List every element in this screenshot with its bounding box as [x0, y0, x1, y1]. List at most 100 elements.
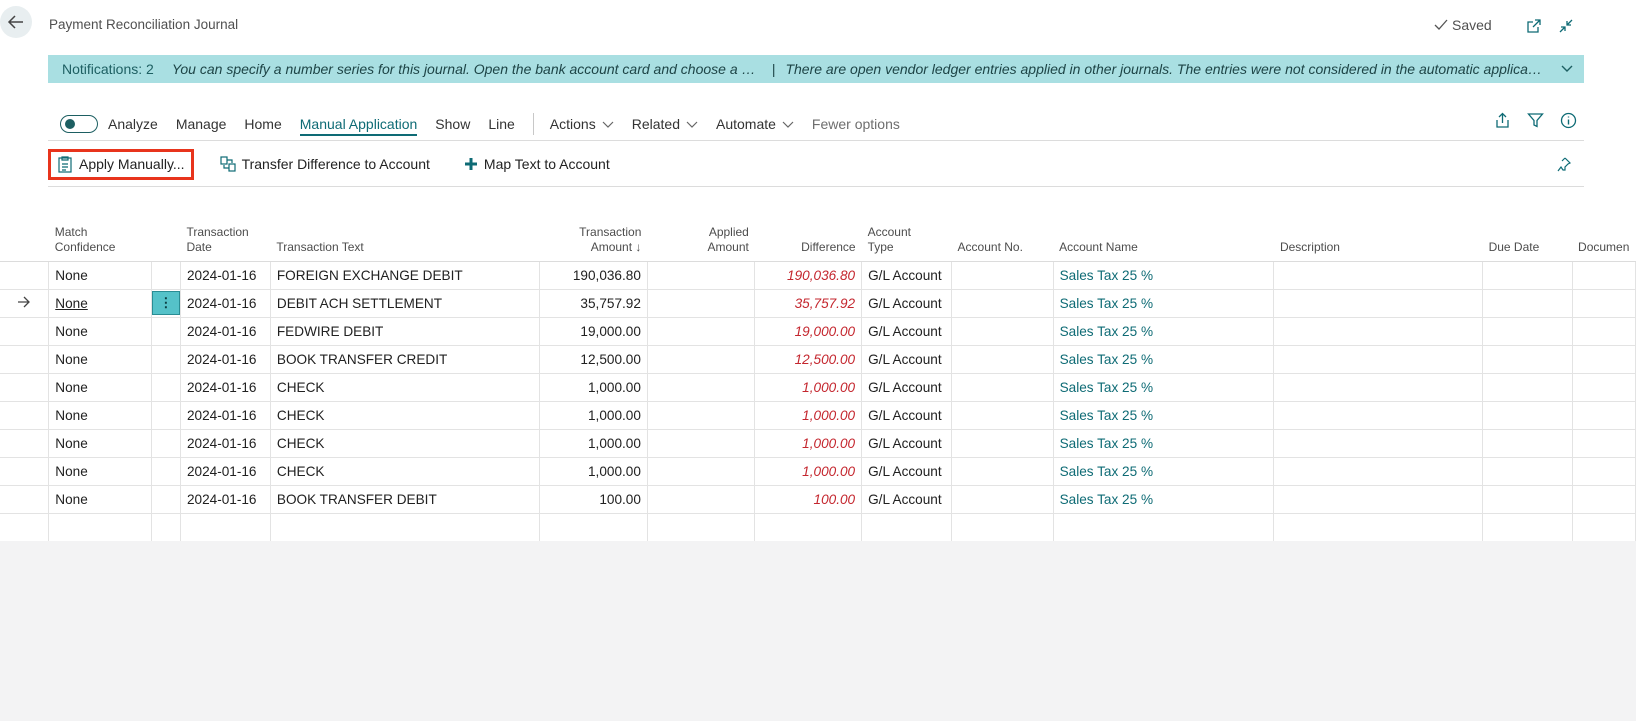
cell-account-type[interactable]: G/L Account: [861, 401, 953, 430]
cell-applied-amount[interactable]: [647, 317, 756, 346]
cell-account-type[interactable]: G/L Account: [861, 457, 953, 486]
cell-difference[interactable]: 100.00: [754, 485, 863, 514]
header-match-confidence[interactable]: Match Confidence: [48, 217, 152, 262]
transfer-difference-button[interactable]: Transfer Difference to Account: [212, 152, 438, 176]
cell-transaction-text[interactable]: [270, 513, 541, 542]
table-row[interactable]: None 2024-01-16 CHECK 1,000.00 1,000.00 …: [0, 457, 1636, 486]
menu-home[interactable]: Home: [244, 112, 281, 136]
cell-due-date[interactable]: [1482, 373, 1573, 402]
cell-match-confidence[interactable]: None: [48, 485, 152, 514]
cell-due-date[interactable]: [1482, 513, 1573, 542]
cell-due-date[interactable]: [1482, 485, 1573, 514]
cell-document[interactable]: [1572, 485, 1636, 514]
cell-match-confidence[interactable]: None: [48, 373, 152, 402]
cell-due-date[interactable]: [1482, 261, 1573, 290]
cell-transaction-amount[interactable]: 19,000.00: [539, 317, 648, 346]
cell-description[interactable]: [1273, 261, 1484, 290]
apply-manually-button[interactable]: Apply Manually...: [48, 148, 194, 180]
cell-due-date[interactable]: [1482, 401, 1573, 430]
cell-account-type[interactable]: G/L Account: [861, 485, 953, 514]
menu-analyze[interactable]: Analyze: [108, 112, 158, 136]
table-row[interactable]: None 2024-01-16 FEDWIRE DEBIT 19,000.00 …: [0, 317, 1636, 346]
collapse-icon[interactable]: [1556, 16, 1576, 36]
cell-description[interactable]: [1273, 289, 1484, 318]
cell-transaction-text[interactable]: CHECK: [270, 373, 541, 402]
cell-difference[interactable]: 12,500.00: [754, 345, 863, 374]
cell-account-no[interactable]: [951, 345, 1054, 374]
cell-row-actions[interactable]: ⋮: [151, 289, 181, 318]
cell-difference[interactable]: 35,757.92: [754, 289, 863, 318]
cell-applied-amount[interactable]: [647, 373, 756, 402]
cell-account-type[interactable]: G/L Account: [861, 373, 953, 402]
cell-account-name[interactable]: [1053, 513, 1275, 542]
cell-transaction-amount[interactable]: 1,000.00: [539, 401, 648, 430]
cell-difference[interactable]: 19,000.00: [754, 317, 863, 346]
cell-transaction-amount[interactable]: 100.00: [539, 485, 648, 514]
table-row-empty[interactable]: [0, 513, 1636, 542]
cell-transaction-text[interactable]: FEDWIRE DEBIT: [270, 317, 541, 346]
cell-description[interactable]: [1273, 457, 1484, 486]
cell-due-date[interactable]: [1482, 289, 1573, 318]
cell-document[interactable]: [1572, 429, 1636, 458]
header-applied-amount[interactable]: Applied Amount: [647, 217, 755, 262]
cell-transaction-amount[interactable]: 190,036.80: [539, 261, 648, 290]
menu-manage[interactable]: Manage: [176, 112, 227, 136]
cell-account-type[interactable]: G/L Account: [861, 429, 953, 458]
cell-applied-amount[interactable]: [647, 429, 756, 458]
cell-transaction-date[interactable]: 2024-01-16: [180, 457, 271, 486]
cell-transaction-amount[interactable]: 1,000.00: [539, 457, 648, 486]
cell-due-date[interactable]: [1482, 317, 1573, 346]
cell-applied-amount[interactable]: [647, 485, 756, 514]
cell-due-date[interactable]: [1482, 429, 1573, 458]
filter-icon[interactable]: [1527, 112, 1544, 132]
menu-line[interactable]: Line: [488, 112, 514, 136]
menu-fewer-options[interactable]: Fewer options: [812, 112, 900, 136]
cell-document[interactable]: [1572, 261, 1636, 290]
info-icon[interactable]: [1560, 112, 1577, 132]
header-transaction-text[interactable]: Transaction Text: [270, 217, 540, 262]
cell-transaction-amount[interactable]: 1,000.00: [539, 373, 648, 402]
cell-document[interactable]: [1572, 373, 1636, 402]
cell-account-type[interactable]: G/L Account: [861, 345, 953, 374]
header-transaction-date[interactable]: Transaction Date: [180, 217, 271, 262]
cell-account-name[interactable]: Sales Tax 25 %: [1053, 289, 1275, 318]
cell-transaction-text[interactable]: CHECK: [270, 429, 541, 458]
map-text-button[interactable]: Map Text to Account: [456, 152, 618, 176]
table-row[interactable]: None 2024-01-16 CHECK 1,000.00 1,000.00 …: [0, 429, 1636, 458]
cell-match-confidence[interactable]: None: [48, 429, 152, 458]
cell-applied-amount[interactable]: [647, 513, 756, 542]
cell-transaction-date[interactable]: [180, 513, 271, 542]
cell-description[interactable]: [1273, 317, 1484, 346]
menu-manual-application[interactable]: Manual Application: [299, 112, 418, 136]
cell-description[interactable]: [1273, 485, 1484, 514]
cell-due-date[interactable]: [1482, 345, 1573, 374]
cell-due-date[interactable]: [1482, 457, 1573, 486]
cell-transaction-date[interactable]: 2024-01-16: [180, 317, 271, 346]
cell-transaction-text[interactable]: CHECK: [270, 401, 541, 430]
cell-match-confidence[interactable]: None: [48, 261, 152, 290]
cell-account-type[interactable]: [861, 513, 953, 542]
cell-match-confidence[interactable]: [48, 513, 152, 542]
cell-account-name[interactable]: Sales Tax 25 %: [1053, 401, 1275, 430]
cell-account-name[interactable]: Sales Tax 25 %: [1053, 317, 1275, 346]
cell-account-type[interactable]: G/L Account: [861, 261, 953, 290]
cell-description[interactable]: [1273, 429, 1484, 458]
cell-transaction-text[interactable]: BOOK TRANSFER DEBIT: [270, 485, 541, 514]
cell-account-no[interactable]: [951, 429, 1054, 458]
cell-account-name[interactable]: Sales Tax 25 %: [1053, 457, 1275, 486]
cell-difference[interactable]: 190,036.80: [754, 261, 863, 290]
match-confidence-value[interactable]: None: [55, 296, 88, 311]
cell-account-name[interactable]: Sales Tax 25 %: [1053, 373, 1275, 402]
cell-document[interactable]: [1572, 289, 1636, 318]
cell-match-confidence[interactable]: None: [48, 457, 152, 486]
header-due-date[interactable]: Due Date: [1482, 217, 1573, 262]
header-difference[interactable]: Difference: [754, 217, 862, 262]
cell-description[interactable]: [1273, 513, 1484, 542]
cell-match-confidence[interactable]: None: [48, 401, 152, 430]
more-options-icon[interactable]: ⋮: [151, 291, 180, 315]
cell-document[interactable]: [1572, 401, 1636, 430]
header-description[interactable]: Description: [1273, 217, 1483, 262]
table-row[interactable]: None 2024-01-16 CHECK 1,000.00 1,000.00 …: [0, 401, 1636, 430]
cell-transaction-text[interactable]: CHECK: [270, 457, 541, 486]
cell-applied-amount[interactable]: [647, 261, 756, 290]
